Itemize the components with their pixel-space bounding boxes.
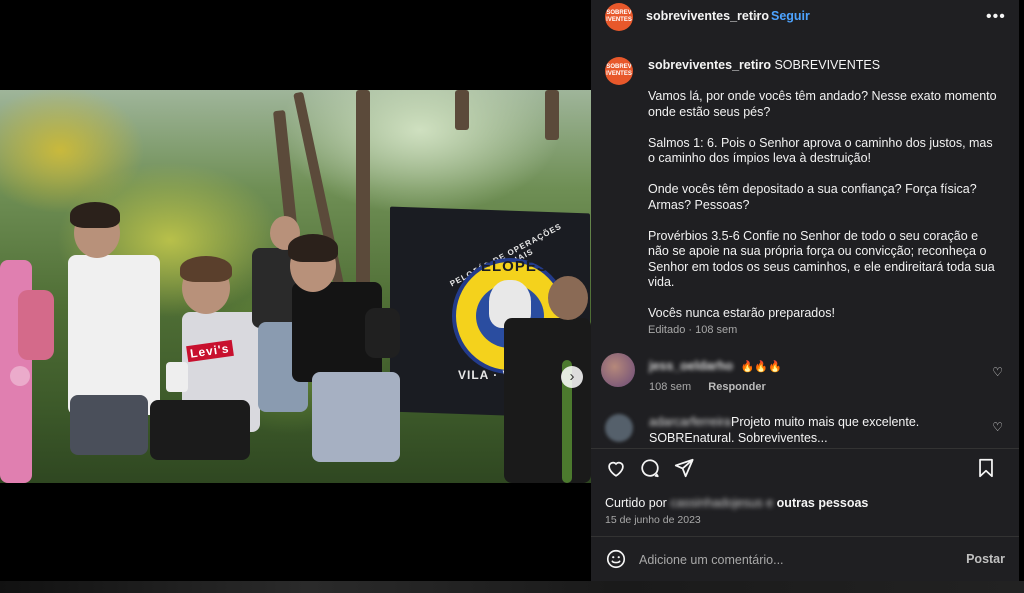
caption-body: Vamos lá, por onde vocês têm andado? Nes…	[648, 89, 998, 337]
more-horizontal-icon[interactable]: •••	[986, 8, 1006, 26]
post-date: 15 de junho de 2023	[605, 514, 701, 526]
person-shorts	[70, 395, 148, 455]
likes-summary: Curtido por cassinhadojesus e outras pes…	[605, 496, 868, 510]
comment-input[interactable]	[639, 551, 949, 569]
media-area: PELOTÃO DE OPERAÇÕES ESPECIAIS PELOPES V…	[0, 0, 591, 593]
avatar[interactable]: SOBREV IVENTES	[605, 57, 633, 85]
background-strip	[0, 581, 1024, 593]
comment-box: Postar	[591, 537, 1019, 581]
person-head	[548, 276, 588, 320]
comment-icon[interactable]	[639, 457, 661, 479]
header-separator: •	[753, 9, 758, 23]
person-hair	[70, 202, 120, 228]
comment-username[interactable]: adarcarferreira	[649, 415, 731, 429]
avatar-text: SOBREV IVENTES	[606, 10, 632, 23]
chevron-right-icon[interactable]: ›	[561, 366, 583, 388]
smiley-icon[interactable]	[605, 548, 627, 570]
send-icon[interactable]	[673, 457, 695, 479]
caption-edited: Editado · 108 sem	[648, 324, 738, 336]
reply-button[interactable]: Responder	[708, 381, 765, 393]
person-white-shirt	[68, 255, 160, 415]
photo-tree-trunk	[455, 90, 469, 130]
caption-header: sobreviventes_retiro SOBREVIVENTES	[648, 58, 880, 72]
photo-tree-trunk	[545, 90, 559, 140]
person-jacket	[312, 372, 400, 462]
post-button[interactable]: Postar	[966, 552, 1005, 566]
person-right-edge	[504, 318, 591, 483]
avatar[interactable]: SOBREV IVENTES	[605, 3, 633, 31]
flag-name: PELOPES	[470, 258, 548, 275]
divider	[591, 448, 1019, 449]
comment-text-line: jess_oeldarho 🔥🔥🔥	[649, 359, 989, 376]
caption-title: SOBREVIVENTES	[774, 58, 881, 72]
person-black-shorts	[150, 400, 250, 460]
person-hair	[180, 256, 232, 282]
person-left-backpack	[18, 290, 54, 360]
caption-paragraph: Salmos 1: 6. Pois o Senhor aprova o cami…	[648, 135, 993, 166]
comment-avatar[interactable]	[601, 353, 635, 387]
bookmark-icon[interactable]	[975, 457, 997, 479]
caption-paragraph: Vocês nunca estarão preparados!	[648, 306, 835, 320]
person-hair	[288, 234, 338, 262]
likes-prefix: Curtido por	[605, 496, 667, 510]
post-header: SOBREV IVENTES sobreviventes_retiro • Se…	[591, 0, 1019, 34]
avatar-text: SOBREV IVENTES	[606, 64, 632, 77]
caption-paragraph: Provérbios 3.5-6 Confie no Senhor de tod…	[648, 228, 995, 290]
likes-others[interactable]: outras pessoas	[777, 496, 869, 510]
comment-text: 🔥🔥🔥	[740, 361, 782, 373]
comment-avatar[interactable]	[605, 414, 633, 442]
heart-icon[interactable]: ♡	[992, 420, 1003, 434]
caption-paragraph: Onde vocês têm depositado a sua confianç…	[648, 182, 977, 212]
comment-time: 108 sem	[649, 381, 692, 393]
person-backpack	[365, 308, 400, 358]
post-photo[interactable]: PELOTÃO DE OPERAÇÕES ESPECIAIS PELOPES V…	[0, 90, 591, 483]
action-bar	[605, 457, 1005, 483]
follow-button[interactable]: Seguir	[771, 9, 810, 23]
heart-icon[interactable]	[605, 457, 627, 479]
comment-username[interactable]: jess_oeldarho	[649, 359, 733, 373]
heart-icon[interactable]: ♡	[992, 365, 1003, 379]
person-cup	[166, 362, 188, 392]
previous-slide-button[interactable]	[10, 366, 30, 386]
likes-user[interactable]: cassinhadojesus e	[670, 496, 773, 510]
post-panel: SOBREV IVENTES sobreviventes_retiro • Se…	[591, 0, 1019, 581]
header-username[interactable]: sobreviventes_retiro	[646, 9, 769, 23]
caption-username[interactable]: sobreviventes_retiro	[648, 58, 771, 72]
comment-meta: 108 sem Responder	[649, 381, 780, 393]
person-background	[252, 248, 296, 328]
comment-text-line: adarcarferreiraProjeto muito mais que ex…	[649, 415, 989, 446]
caption-paragraph: Vamos lá, por onde vocês têm andado? Nes…	[648, 89, 997, 119]
